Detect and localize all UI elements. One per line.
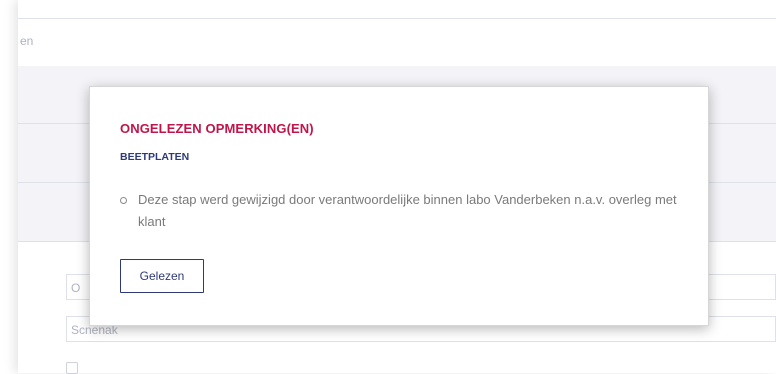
bullet-icon: [120, 197, 127, 204]
read-button[interactable]: Gelezen: [120, 259, 204, 293]
remark-text: Deze stap werd gewijzigd door verantwoor…: [138, 192, 677, 229]
unread-remarks-modal: ONGELEZEN OPMERKING(EN) BEETPLATEN Deze …: [89, 86, 709, 326]
background-checkbox[interactable]: [66, 362, 78, 374]
remark-list: Deze stap werd gewijzigd door verantwoor…: [120, 189, 690, 233]
modal-title: ONGELEZEN OPMERKING(EN): [120, 121, 314, 136]
list-item: Deze stap werd gewijzigd door verantwoor…: [120, 189, 690, 233]
modal-subtitle: BEETPLATEN: [120, 151, 190, 163]
background-row-label: en: [20, 34, 34, 48]
background-row: [18, 18, 776, 67]
